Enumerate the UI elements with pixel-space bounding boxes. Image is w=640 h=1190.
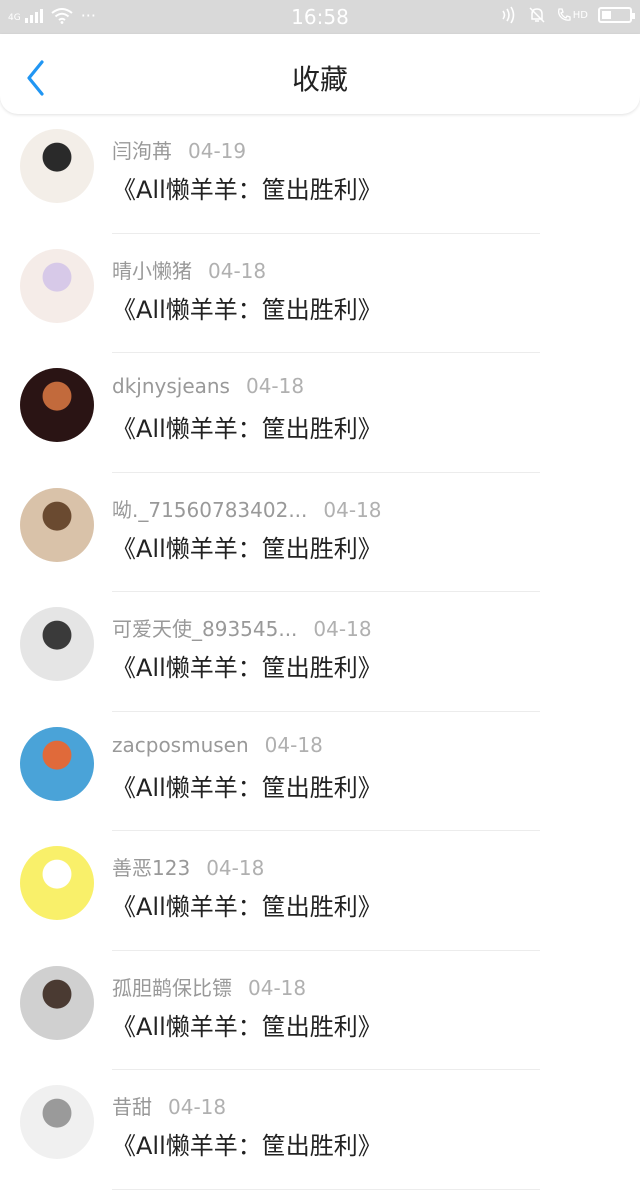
hd-label: HD (572, 9, 588, 21)
divider (112, 1188, 540, 1190)
avatar[interactable] (20, 368, 94, 442)
avatar[interactable] (20, 726, 94, 801)
item-title[interactable]: 《All懒羊羊：筐出胜利》 (112, 1126, 382, 1161)
item-date: 04-19 (188, 139, 247, 163)
avatar[interactable] (20, 846, 94, 920)
status-bar: 4G ··· 16:58 HD (0, 0, 640, 34)
item-date: 04-18 (245, 374, 305, 398)
list-item[interactable]: 善恶123 04-18 《All懒羊羊：筐出胜利》 (0, 831, 640, 951)
avatar[interactable] (20, 248, 94, 323)
item-date: 04-18 (323, 497, 382, 522)
username[interactable]: 闫洵苒 (112, 139, 172, 163)
username[interactable]: zacposmusen (112, 733, 249, 757)
item-title[interactable]: 《All懒羊羊：筐出胜利》 (112, 648, 382, 683)
avatar[interactable] (20, 965, 94, 1040)
item-title[interactable]: 《All懒羊羊：筐出胜利》 (112, 170, 382, 205)
username[interactable]: 孤胆鹋保比镖 (112, 976, 232, 1000)
item-meta: 善恶123 04-18 (112, 852, 264, 881)
item-date: 04-18 (264, 732, 323, 757)
favorites-list: 闫洵苒 04-19 《All懒羊羊：筐出胜利》 晴小懒猪 04-18 《All懒羊羊… (0, 114, 640, 1190)
list-item[interactable]: 孤胆鹋保比镖 04-18 《All懒羊羊：筐出胜利》 (0, 951, 640, 1070)
item-meta: 呦._71560783402... 04-18 (112, 494, 382, 523)
item-date: 04-18 (206, 856, 265, 880)
username[interactable]: 可爱天使_893545... (112, 617, 297, 641)
avatar[interactable] (20, 607, 94, 681)
username[interactable]: dkjnysjeans (112, 374, 230, 398)
item-meta: 孤胆鹋保比镖 04-18 (112, 972, 306, 1001)
battery-icon (598, 7, 635, 23)
item-date: 04-18 (168, 1095, 227, 1119)
item-title[interactable]: 《All懒羊羊：筐出胜利》 (112, 290, 382, 325)
page-title: 收藏 (291, 63, 348, 96)
item-meta: dkjnysjeans 04-18 (112, 374, 304, 398)
item-title[interactable]: 《All懒羊羊：筐出胜利》 (112, 529, 382, 564)
avatar[interactable] (20, 1085, 94, 1159)
item-meta: zacposmusen 04-18 (112, 733, 323, 757)
item-meta: 闫洵苒 04-19 (112, 135, 246, 164)
item-meta: 昔甜 04-18 (112, 1091, 226, 1120)
list-item[interactable]: dkjnysjeans 04-18 《All懒羊羊：筐出胜利》 (0, 353, 640, 473)
avatar[interactable] (20, 487, 94, 562)
mute-bell-icon (529, 7, 545, 23)
username[interactable]: 昔甜 (112, 1095, 152, 1119)
item-date: 04-18 (208, 258, 267, 283)
item-date: 04-18 (313, 617, 372, 641)
status-right: HD (500, 6, 635, 24)
list-item[interactable]: 闫洵苒 04-19 《All懒羊羊：筐出胜利》 (0, 114, 640, 234)
item-title[interactable]: 《All懒羊羊：筐出胜利》 (112, 768, 382, 803)
username[interactable]: 呦._71560783402... (112, 498, 307, 522)
avatar[interactable] (20, 129, 94, 203)
item-title[interactable]: 《All懒羊羊：筐出胜利》 (112, 409, 382, 444)
username[interactable]: 善恶123 (112, 856, 190, 880)
item-title[interactable]: 《All懒羊羊：筐出胜利》 (112, 887, 382, 922)
list-item[interactable]: 呦._71560783402... 04-18 《All懒羊羊：筐出胜利》 (0, 473, 640, 592)
item-meta: 晴小懒猪 04-18 (112, 255, 266, 284)
username[interactable]: 晴小懒猪 (112, 259, 192, 283)
nfc-icon (502, 6, 515, 24)
list-item[interactable]: 可爱天使_893545... 04-18 《All懒羊羊：筐出胜利》 (0, 592, 640, 712)
list-item[interactable]: 晴小懒猪 04-18 《All懒羊羊：筐出胜利》 (0, 234, 640, 353)
item-title[interactable]: 《All懒羊羊：筐出胜利》 (112, 1007, 382, 1042)
item-meta: 可爱天使_893545... 04-18 (112, 613, 372, 642)
header: 收藏 (0, 34, 640, 114)
item-date: 04-18 (248, 975, 307, 1000)
list-item[interactable]: 昔甜 04-18 《All懒羊羊：筐出胜利》 (0, 1070, 640, 1190)
hd-call-icon: HD (556, 7, 588, 23)
list-item[interactable]: zacposmusen 04-18 《All懒羊羊：筐出胜利》 (0, 712, 640, 831)
